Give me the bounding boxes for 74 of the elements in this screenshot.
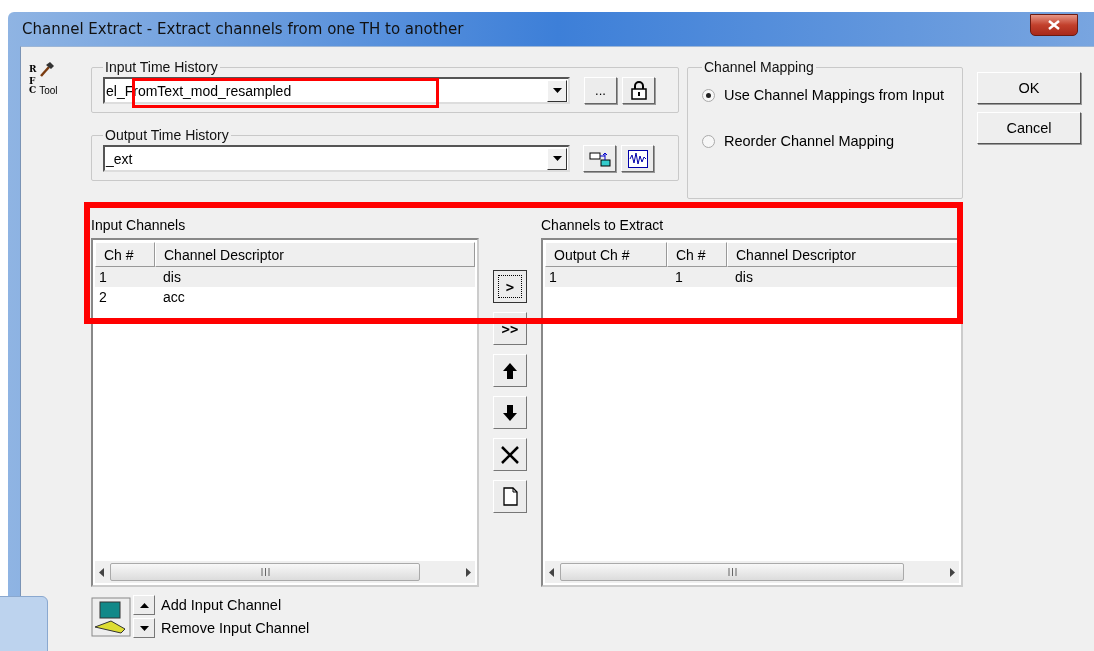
logo-caption: Tool bbox=[39, 86, 58, 95]
layout-button[interactable] bbox=[583, 145, 616, 172]
horizontal-scrollbar[interactable] bbox=[545, 561, 959, 583]
up-caret-icon bbox=[139, 602, 149, 608]
up-arrow-icon bbox=[503, 362, 517, 379]
radio-button[interactable] bbox=[702, 134, 715, 148]
grip-icon bbox=[260, 568, 270, 576]
group-label: Output Time History bbox=[104, 127, 230, 143]
waveform-button[interactable] bbox=[621, 145, 654, 172]
down-arrow-icon bbox=[503, 404, 517, 421]
combo-value: _ext bbox=[105, 150, 133, 167]
scroll-thumb[interactable] bbox=[560, 563, 904, 581]
close-icon bbox=[1048, 20, 1060, 30]
lock-button[interactable] bbox=[622, 77, 655, 104]
table-cell-text: dis bbox=[162, 268, 182, 287]
table-cell-text: 1 bbox=[674, 268, 684, 287]
dropdown-button[interactable] bbox=[547, 147, 567, 170]
logo-letter: F bbox=[29, 77, 36, 86]
list-label: Channels to Extract bbox=[541, 217, 665, 234]
lock-icon bbox=[630, 81, 647, 100]
group-label: Channel Mapping bbox=[703, 59, 815, 75]
table-cell-text: acc bbox=[162, 288, 186, 307]
output-history-combo[interactable]: _ext bbox=[103, 145, 570, 172]
boxes-icon bbox=[588, 150, 611, 167]
channel-list[interactable]: Output Ch # Ch # Channel Descriptor 1 1 dis bbox=[541, 238, 963, 587]
horizontal-scrollbar[interactable] bbox=[95, 561, 475, 583]
column-header[interactable]: Output Ch # bbox=[545, 242, 667, 267]
column-header[interactable]: Channel Descriptor bbox=[155, 242, 475, 267]
spin-button[interactable] bbox=[133, 595, 155, 615]
window-title: Channel Extract - Extract channels from one TH to another bbox=[22, 20, 464, 38]
scroll-left-icon bbox=[549, 567, 554, 577]
list-label: Input Channels bbox=[91, 217, 187, 234]
radio-option[interactable]: Reorder Channel Mapping bbox=[702, 133, 954, 149]
down-caret-icon bbox=[139, 625, 149, 631]
hammer-icon bbox=[39, 61, 56, 77]
delete-icon bbox=[501, 445, 519, 464]
dropdown-button[interactable] bbox=[547, 79, 567, 102]
spin-button[interactable] bbox=[133, 618, 155, 638]
channel-list[interactable]: Ch # Channel Descriptor 1 dis 2 acc bbox=[91, 238, 479, 587]
dialog-button[interactable]: OK bbox=[977, 72, 1081, 104]
scroll-thumb[interactable] bbox=[110, 563, 420, 581]
caret-icon bbox=[552, 156, 562, 161]
transfer-button[interactable] bbox=[493, 396, 527, 429]
table-cell-text: 2 bbox=[98, 288, 108, 307]
logo-letter: C bbox=[29, 86, 37, 95]
column-header[interactable]: Ch # bbox=[667, 242, 727, 267]
table-cell-text: 1 bbox=[548, 268, 558, 287]
radio-button[interactable] bbox=[702, 88, 715, 102]
group-label: Input Time History bbox=[104, 59, 219, 75]
scroll-right-icon bbox=[466, 567, 471, 577]
column-header[interactable]: Channel Descriptor bbox=[727, 242, 959, 267]
blank-page-icon bbox=[502, 487, 518, 506]
scroll-left-icon bbox=[99, 567, 104, 577]
table-cell-text: 1 bbox=[98, 268, 108, 287]
logo-letter: R bbox=[29, 64, 37, 74]
caret-icon bbox=[552, 88, 562, 93]
control-label: Remove Input Channel bbox=[161, 620, 310, 636]
list-row[interactable]: 1 dis bbox=[95, 267, 475, 287]
scroll-right-icon bbox=[950, 567, 955, 577]
radio-option[interactable]: Use Channel Mappings from Input bbox=[702, 87, 954, 103]
list-row[interactable]: 1 1 dis bbox=[545, 267, 959, 287]
transfer-button[interactable] bbox=[493, 354, 527, 387]
close-button[interactable] bbox=[1030, 14, 1078, 36]
grip-icon bbox=[727, 568, 737, 576]
transfer-button[interactable] bbox=[493, 438, 527, 471]
dialog-button[interactable]: Cancel bbox=[977, 112, 1081, 144]
transfer-button[interactable] bbox=[493, 480, 527, 513]
control-label: Add Input Channel bbox=[161, 597, 282, 613]
table-cell-text: dis bbox=[734, 268, 754, 287]
column-header[interactable]: Ch # bbox=[95, 242, 155, 267]
waveform-icon bbox=[627, 149, 648, 168]
computer-icon bbox=[91, 596, 131, 637]
transfer-button[interactable]: > bbox=[493, 270, 527, 303]
browse-button[interactable]: ... bbox=[584, 77, 617, 104]
